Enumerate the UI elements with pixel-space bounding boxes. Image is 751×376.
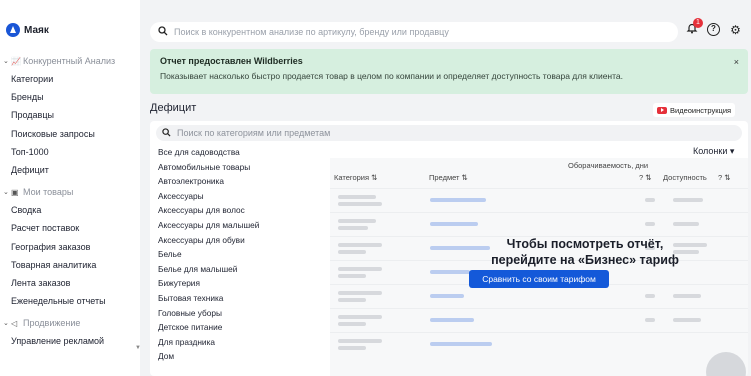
chevron-down-icon: ⌄ [3, 320, 9, 328]
chevron-down-icon: ⌄ [3, 189, 9, 197]
caret-down-icon: ▾ [729, 146, 735, 156]
sidebar-item-order-feed[interactable]: Лента заказов [0, 274, 140, 292]
table-row [330, 308, 748, 332]
global-search-input[interactable]: Поиск в конкурентном анализе по артикулу… [150, 22, 678, 42]
chart-icon: 📈 [11, 56, 21, 66]
list-item[interactable]: Автомобильные товары [158, 160, 328, 175]
table-header: Категория ⇅ Предмет ⇅ Оборачиваемость, д… [330, 158, 748, 188]
help-button[interactable]: ? [706, 22, 721, 37]
availability-sort-icon[interactable]: ? ⇅ [718, 173, 731, 182]
nav-group-promotion[interactable]: ⌄ ◁ Продвижение [0, 314, 140, 332]
category-search-placeholder: Поиск по категориям или предметам [177, 128, 331, 138]
sidebar-item-brands[interactable]: Бренды [0, 88, 140, 106]
list-item[interactable]: Аксессуары [158, 189, 328, 204]
topbar-icons: 1 ? ⚙ [684, 18, 743, 37]
sidebar-item-order-geography[interactable]: География заказов [0, 238, 140, 256]
sidebar-item-search-queries[interactable]: Поисковые запросы [0, 125, 140, 143]
columns-label: Колонки [693, 146, 728, 156]
list-item[interactable]: Аксессуары для обуви [158, 233, 328, 248]
nav-group-label: Продвижение [23, 318, 81, 329]
youtube-icon [657, 106, 667, 114]
sidebar-nav: ⌄ 📈 Конкурентный Анализ Категории Бренды… [0, 52, 140, 350]
global-search-placeholder: Поиск в конкурентном анализе по артикулу… [174, 27, 449, 37]
help-icon: ? [707, 23, 720, 36]
table-row [330, 212, 748, 236]
column-header-turnover[interactable]: Оборачиваемость, дни [568, 161, 648, 170]
sidebar-item-sellers[interactable]: Продавцы [0, 106, 140, 124]
list-item[interactable]: Аксессуары для малышей [158, 218, 328, 233]
sidebar-item-top-1000[interactable]: Топ-1000 [0, 143, 140, 161]
megaphone-icon: ◁ [11, 318, 18, 328]
box-icon: ▣ [11, 187, 19, 197]
list-item[interactable]: Бижутерия [158, 276, 328, 291]
list-item[interactable]: Белье для малышей [158, 262, 328, 277]
list-item[interactable]: Для праздника [158, 335, 328, 350]
app-name: Маяк [24, 24, 49, 36]
sidebar-item-deficit[interactable]: Дефицит [0, 161, 140, 179]
gear-icon: ⚙ [730, 22, 741, 37]
chevron-down-icon: ⌄ [3, 58, 9, 65]
deficit-panel: Поиск по категориям или предметам Все дл… [150, 121, 748, 376]
search-icon [162, 127, 171, 139]
list-item[interactable]: Бытовая техника [158, 291, 328, 306]
column-header-availability[interactable]: Доступность [663, 173, 707, 182]
video-guide-label: Видеоинструкция [670, 105, 732, 115]
nav-group-competitor-analysis[interactable]: ⌄ 📈 Конкурентный Анализ [0, 52, 140, 70]
lighthouse-logo-icon [6, 23, 20, 37]
app-logo[interactable]: Маяк [6, 23, 49, 37]
nav-group-label: Конкурентный Анализ [23, 56, 116, 66]
sidebar-item-supply-calc[interactable]: Расчет поставок [0, 219, 140, 237]
banner-text: Показывает насколько быстро продается то… [160, 71, 624, 81]
sidebar-item-categories[interactable]: Категории [0, 70, 140, 88]
upgrade-message-line2: перейдите на «Бизнес» тариф [491, 253, 679, 267]
nav-group-label: Мои товары [23, 187, 74, 198]
list-item[interactable]: Белье [158, 247, 328, 262]
category-list: Все для садоводства Автомобильные товары… [158, 145, 328, 364]
table-row [330, 188, 748, 212]
search-icon [158, 26, 168, 38]
notification-badge: 1 [693, 18, 703, 28]
table-row [330, 332, 748, 356]
column-header-subject[interactable]: Предмет ⇅ [429, 173, 468, 182]
compare-plan-button[interactable]: Сравнить со своим тарифом [469, 270, 609, 288]
turnover-sort-icon[interactable]: ? ⇅ [639, 173, 652, 182]
upgrade-message-line1: Чтобы посмотреть отчёт, [506, 237, 664, 251]
list-item[interactable]: Детское питание [158, 320, 328, 335]
sidebar-item-summary[interactable]: Сводка [0, 201, 140, 219]
notifications-button[interactable]: 1 [684, 18, 703, 37]
list-item[interactable]: Дом [158, 349, 328, 364]
columns-dropdown[interactable]: Колонки ▾ [693, 146, 734, 157]
banner-title: Отчет предоставлен Wildberries [160, 56, 303, 66]
list-item[interactable]: Автоэлектроника [158, 174, 328, 189]
list-item[interactable]: Все для садоводства [158, 145, 328, 160]
list-item[interactable]: Головные уборы [158, 306, 328, 321]
upgrade-message: Чтобы посмотреть отчёт, перейдите на «Би… [400, 236, 748, 268]
video-guide-button[interactable]: Видеоинструкция [653, 103, 736, 117]
sidebar: Маяк ⌄ 📈 Конкурентный Анализ Категории Б… [0, 0, 141, 376]
sidebar-item-weekly-reports[interactable]: Еженедельные отчеты [0, 292, 140, 310]
category-search-input[interactable]: Поиск по категориям или предметам [156, 125, 742, 141]
sidebar-item-ad-management[interactable]: Управление рекламой [0, 332, 140, 350]
info-banner: Отчет предоставлен Wildberries Показывае… [150, 49, 748, 94]
list-item[interactable]: Аксессуары для волос [158, 203, 328, 218]
settings-button[interactable]: ⚙ [728, 22, 743, 37]
page-title: Дефицит [150, 102, 197, 114]
nav-group-my-products[interactable]: ⌄ ▣ Мои товары [0, 183, 140, 201]
sidebar-item-product-analytics[interactable]: Товарная аналитика [0, 256, 140, 274]
scroll-down-icon[interactable]: ▼ [135, 345, 141, 351]
column-header-category[interactable]: Категория ⇅ [334, 173, 377, 182]
close-icon[interactable]: × [734, 57, 739, 67]
